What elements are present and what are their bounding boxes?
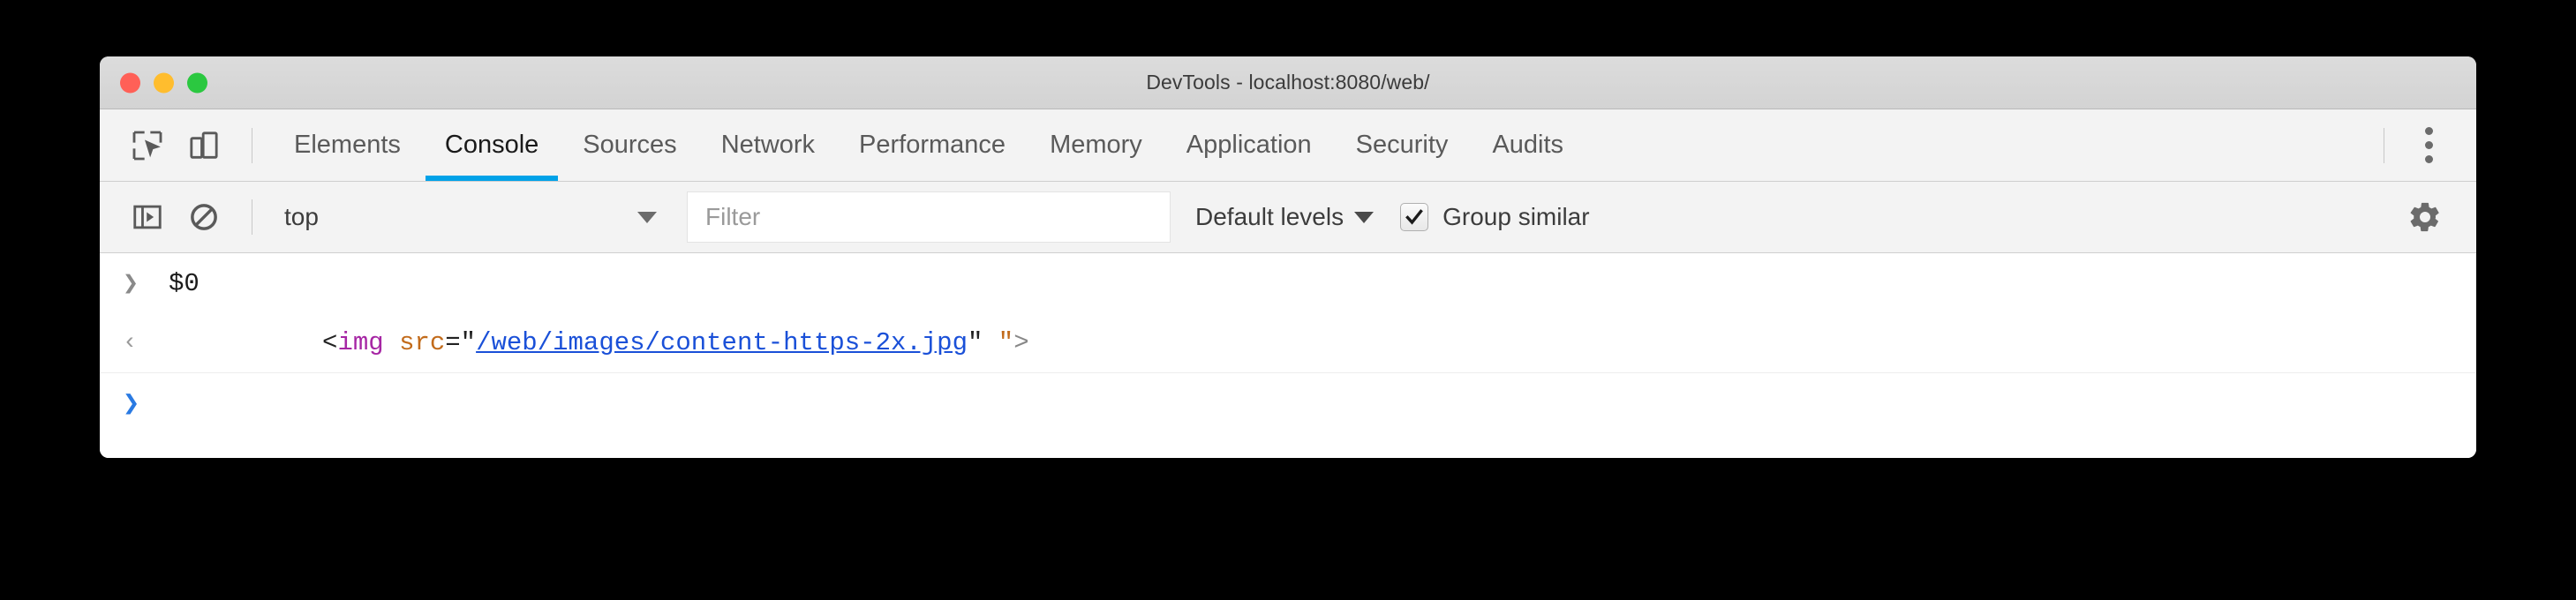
- token-punct: <: [322, 328, 338, 357]
- filter-input[interactable]: Filter: [687, 191, 1171, 243]
- gear-icon[interactable]: [2397, 189, 2453, 245]
- tab-label: Console: [444, 131, 539, 159]
- tab-label: Application: [1186, 131, 1312, 159]
- tab-label: Sources: [583, 131, 677, 159]
- close-window-button[interactable]: [120, 72, 140, 93]
- tab-elements[interactable]: Elements: [272, 109, 423, 181]
- inspect-element-glyph: [132, 131, 162, 160]
- chevron-down-icon: [637, 211, 657, 223]
- devtools-window: DevTools - localhost:8080/web/ Elements …: [100, 56, 2476, 458]
- group-similar-checkbox[interactable]: [1400, 203, 1429, 231]
- console-sidebar-glyph: [133, 205, 162, 229]
- console-output-area[interactable]: ❯ $0 ‹ <img src="/web/images/content-htt…: [100, 253, 2476, 458]
- kebab-menu-icon[interactable]: [2404, 117, 2453, 174]
- tab-label: Elements: [294, 131, 401, 159]
- kebab-dot: [2424, 155, 2433, 163]
- execution-context-label: top: [284, 203, 319, 230]
- tab-label: Memory: [1050, 131, 1142, 159]
- clear-console-glyph: [191, 204, 217, 230]
- window-titlebar: DevTools - localhost:8080/web/: [100, 56, 2476, 109]
- prompt-glyph: ❯: [123, 269, 139, 300]
- log-levels-selector[interactable]: Default levels: [1195, 203, 1375, 231]
- zoom-window-button[interactable]: [187, 72, 207, 93]
- device-toolbar-glyph: [190, 131, 218, 159]
- minimize-window-button[interactable]: [154, 72, 174, 93]
- tab-label: Performance: [859, 131, 1006, 159]
- tab-application[interactable]: Application: [1164, 109, 1334, 181]
- token-attrname: src: [399, 328, 446, 357]
- tab-label: Audits: [1492, 131, 1564, 159]
- tab-memory[interactable]: Memory: [1028, 109, 1164, 181]
- kebab-dot: [2424, 127, 2433, 135]
- tab-performance[interactable]: Performance: [837, 109, 1028, 181]
- console-result-value: <img src="/web/images/content-https-2x.j…: [169, 299, 1029, 386]
- log-levels-label: Default levels: [1195, 203, 1344, 230]
- tabbar-right-group: [2364, 117, 2476, 174]
- gear-glyph: [2410, 202, 2439, 232]
- device-toolbar-icon[interactable]: [176, 117, 232, 174]
- return-arrow-glyph: ‹: [123, 329, 138, 356]
- screenshot-root: DevTools - localhost:8080/web/ Elements …: [0, 0, 2576, 600]
- execution-context-selector[interactable]: top: [272, 194, 669, 240]
- panel-tabs: Elements Console Sources Network Perform…: [272, 109, 1586, 181]
- group-similar-label: Group similar: [1442, 203, 1590, 230]
- tab-network[interactable]: Network: [699, 109, 837, 181]
- devtools-tabbar: Elements Console Sources Network Perform…: [100, 109, 2476, 182]
- console-input-expression: $0: [169, 268, 200, 298]
- tab-console[interactable]: Console: [423, 109, 561, 181]
- console-prompt-icon: ❯: [123, 386, 169, 421]
- console-result-prompt-icon: ‹: [123, 330, 169, 356]
- token-tagname: img: [337, 328, 384, 357]
- traffic-light-group: [120, 72, 207, 93]
- tab-audits[interactable]: Audits: [1470, 109, 1586, 181]
- console-toolbar: top Filter Default levels Group similar: [100, 182, 2476, 253]
- kebab-dot: [2424, 141, 2433, 149]
- inspect-element-icon[interactable]: [119, 117, 176, 174]
- token-close-bracket: >: [1013, 328, 1029, 357]
- tab-security[interactable]: Security: [1334, 109, 1471, 181]
- token-stray-quote: ": [998, 328, 1014, 357]
- token-quote: ": [967, 328, 983, 357]
- token-equals-quote: =": [445, 328, 477, 357]
- tab-label: Network: [720, 131, 816, 159]
- chevron-down-icon: [1354, 211, 1375, 223]
- console-sidebar-icon[interactable]: [119, 189, 176, 245]
- window-title: DevTools - localhost:8080/web/: [1146, 71, 1430, 94]
- clear-console-icon[interactable]: [176, 189, 232, 245]
- group-similar-control[interactable]: Group similar: [1400, 203, 1590, 231]
- console-result-row[interactable]: ‹ <img src="/web/images/content-https-2x…: [100, 313, 2476, 373]
- console-input-prompt-icon: ❯: [123, 267, 169, 300]
- prompt-glyph: ❯: [123, 388, 140, 421]
- tab-sources[interactable]: Sources: [561, 109, 698, 181]
- resource-link[interactable]: /web/images/content-https-2x.jpg: [476, 328, 968, 357]
- filter-placeholder: Filter: [705, 203, 761, 230]
- checkmark-icon: [1405, 209, 1423, 225]
- console-toolbar-right-group: [2397, 189, 2476, 245]
- tab-label: Security: [1355, 131, 1449, 159]
